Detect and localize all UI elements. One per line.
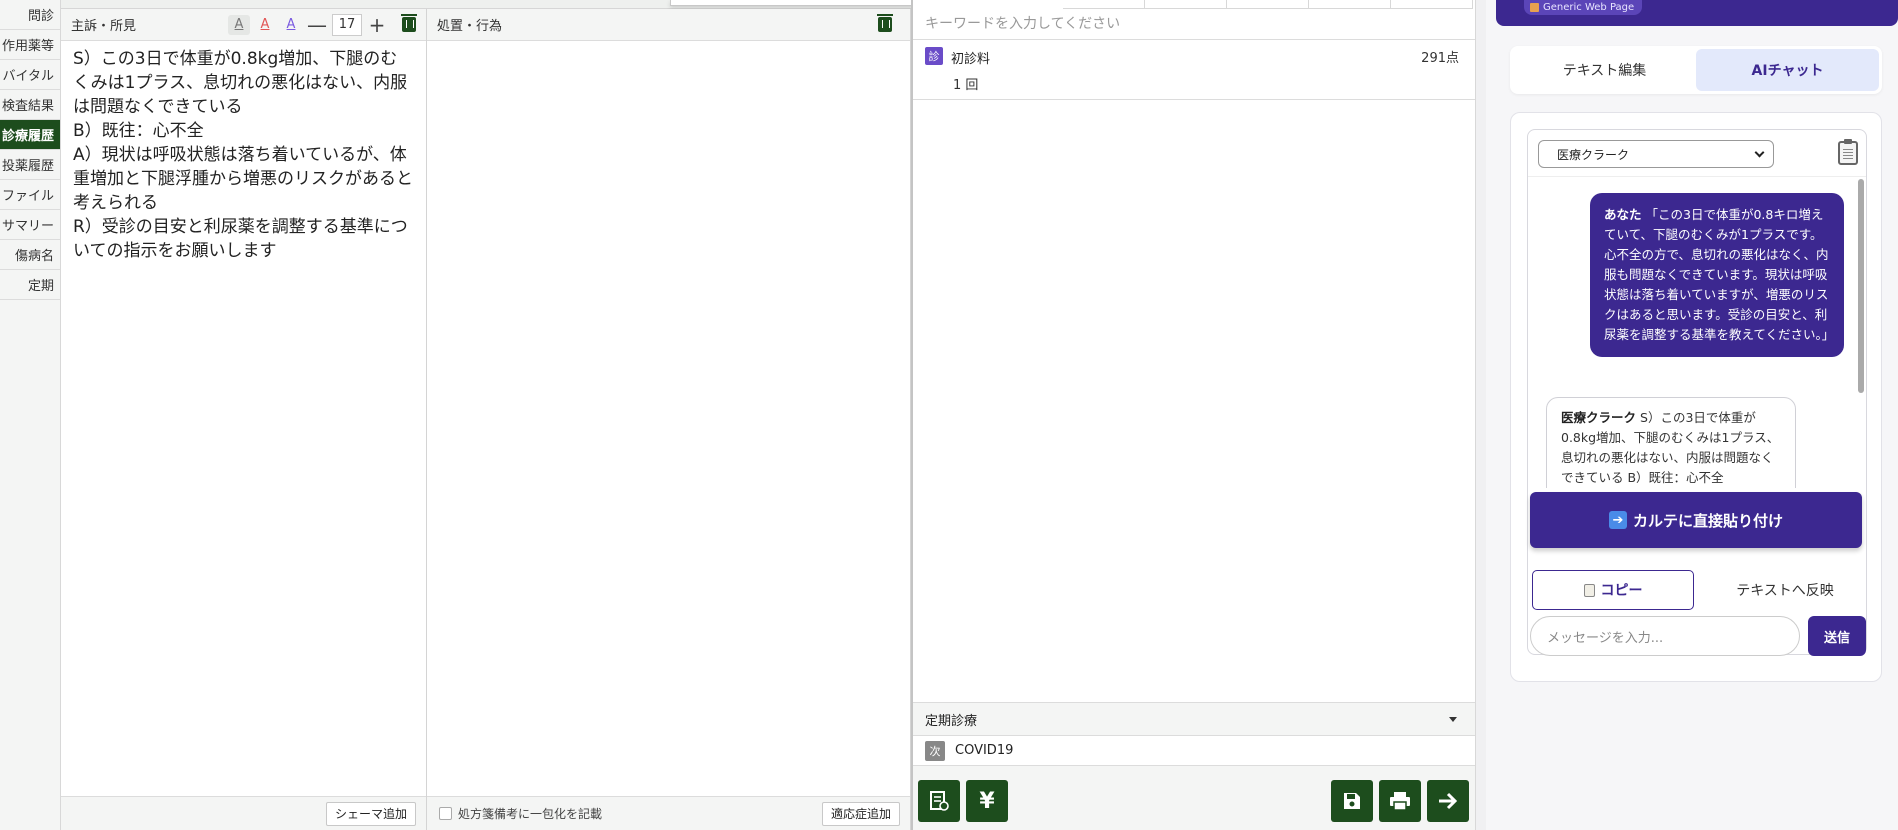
message-input[interactable]: メッセージを入力... — [1530, 616, 1800, 656]
chevron-down-icon — [1754, 147, 1765, 158]
ai-panel-header: Generic Web Page — [1496, 0, 1898, 26]
clipboard-icon — [1583, 583, 1595, 597]
message-sender: あなた — [1604, 207, 1642, 222]
soap-panel-footer: シェーマ追加 — [61, 796, 426, 830]
text-purple-icon[interactable]: A — [280, 15, 302, 35]
font-decrease-button[interactable]: — — [306, 13, 328, 37]
side-tab-bar: 問診 作用薬等 バイタル 検査結果 診療履歴 投薬履歴 ファイル サマリー 傷病… — [0, 0, 61, 830]
side-tab-summary[interactable]: サマリー — [0, 210, 60, 240]
yen-icon: ¥ — [979, 788, 995, 814]
order-points: 291点 — [1421, 51, 1459, 66]
role-select[interactable]: 医療クラーク — [1538, 140, 1774, 168]
treatment-panel-footer: 処方箋備考に一包化を記載 適応症追加 — [427, 796, 910, 830]
side-tab-drugs[interactable]: 作用薬等 — [0, 30, 60, 60]
message-text: 「この3日で体重が0.8キロ増えていて、下腿のむくみが1プラスです。心不全の方で… — [1604, 207, 1835, 342]
ippoka-checkbox[interactable] — [439, 807, 452, 820]
side-tab-history[interactable]: 診療履歴 — [0, 120, 60, 150]
clipboard-icon[interactable] — [1838, 139, 1858, 165]
role-select-value: 医療クラーク — [1557, 147, 1630, 162]
print-button[interactable] — [1379, 780, 1421, 822]
soap-line-r: R）受診の目安と利尿薬を調整する基準についての指示をお願いします — [73, 217, 408, 261]
treatment-panel: 処置・行為 処方箋備考に一包化を記載 適応症追加 — [427, 9, 911, 830]
regular-visit-name: COVID19 — [955, 743, 1014, 758]
save-button[interactable] — [1331, 780, 1373, 822]
font-increase-button[interactable]: + — [366, 13, 388, 37]
billing-button[interactable]: ¥ — [966, 780, 1008, 822]
soap-line-s: S）この3日で体重が0.8kg増加、下腿のむくみは1プラス、息切れの悪化はない、… — [73, 49, 408, 117]
soap-text-area[interactable]: S）この3日で体重が0.8kg増加、下腿のむくみは1プラス、息切れの悪化はない、… — [61, 41, 426, 269]
send-button[interactable]: 送信 — [1808, 616, 1866, 656]
next-button[interactable] — [1427, 780, 1469, 822]
chat-scrollbar-thumb[interactable] — [1858, 179, 1864, 393]
ai-assistant-panel: Generic Web Page テキスト編集 AIチャット 医療クラーク あな… — [1476, 0, 1898, 830]
user-message-bubble: あなた 「この3日で体重が0.8キロ増えていて、下腿のむくみが1プラスです。心不全… — [1590, 193, 1844, 357]
message-sender: 医療クラーク — [1561, 410, 1637, 425]
paste-to-chart-label: カルテに直接貼り付け — [1632, 511, 1783, 530]
regular-visit-header[interactable]: 定期診療 — [913, 702, 1475, 736]
ai-chat-box: 医療クラーク あなた 「この3日で体重が0.8キロ増えていて、下腿のむくみが1プラ… — [1527, 129, 1867, 656]
order-name: 初診料 — [951, 52, 991, 67]
trash-icon[interactable] — [401, 14, 417, 32]
font-size-field[interactable]: 17 — [332, 13, 362, 36]
arrow-right-icon — [1439, 792, 1458, 810]
page-context-chip: Generic Web Page — [1524, 0, 1643, 15]
side-tab-diagnoses[interactable]: 傷病名 — [0, 240, 60, 270]
text-gray-icon[interactable]: A — [228, 14, 250, 35]
print-icon — [1390, 792, 1410, 811]
side-tab-med-history[interactable]: 投薬履歴 — [0, 150, 60, 180]
keyword-search-input[interactable]: キーワードを入力してください — [925, 13, 1120, 33]
reflect-to-text-button[interactable]: テキストへ反映 — [1710, 570, 1860, 610]
side-tab-regular[interactable]: 定期 — [0, 270, 60, 300]
soap-panel-title: 主訴・所見 — [71, 19, 137, 34]
caret-down-icon[interactable] — [1449, 716, 1457, 722]
receipt-icon — [930, 791, 949, 811]
treatment-text-area[interactable] — [427, 41, 910, 796]
order-quantity[interactable]: 1 回 — [953, 74, 978, 93]
side-tab-files[interactable]: ファイル — [0, 180, 60, 210]
ai-tab-bar: テキスト編集 AIチャット — [1510, 46, 1882, 94]
side-tab-vitals[interactable]: バイタル — [0, 60, 60, 90]
regular-visit-title: 定期診療 — [925, 713, 978, 729]
paste-to-chart-button[interactable]: ➔ カルテに直接貼り付け — [1530, 492, 1862, 548]
arrow-right-icon: ➔ — [1608, 511, 1627, 529]
soap-line-a: A）現状は呼吸状態は落ち着いているが、体重増加と下腿浮腫から増悪のリスクがあると… — [73, 145, 413, 213]
keyword-search-bar[interactable]: キーワードを入力してください — [913, 0, 1475, 40]
text-red-icon[interactable]: A — [254, 15, 276, 35]
save-icon — [1344, 793, 1360, 809]
ai-chat-card: 医療クラーク あなた 「この3日で体重が0.8キロ増えていて、下腿のむくみが1プラ… — [1510, 112, 1882, 682]
treatment-panel-title: 処置・行為 — [437, 19, 503, 34]
page-icon — [1530, 3, 1539, 12]
side-tab-monshin[interactable]: 問診 — [0, 0, 60, 30]
chat-history[interactable]: あなた 「この3日で体重が0.8キロ増えていて、下腿のむくみが1プラスです。心不全… — [1528, 176, 1866, 488]
order-row[interactable]: 診 初診料 291点 1 回 — [913, 40, 1475, 100]
tab-text-edit[interactable]: テキスト編集 — [1513, 49, 1696, 91]
page-context-label: Generic Web Page — [1543, 2, 1635, 13]
soap-panel: 主訴・所見 A A A — 17 + S）この3日で体重が0.8kg増加、下腿の… — [61, 9, 427, 830]
add-schema-button[interactable]: シェーマ追加 — [325, 801, 416, 826]
tab-ai-chat[interactable]: AIチャット — [1696, 49, 1879, 91]
soap-panel-header: 主訴・所見 A A A — 17 + — [61, 9, 426, 41]
next-badge: 次 — [925, 740, 945, 761]
orders-tab-strip — [1063, 0, 1473, 9]
order-action-bar: ¥ — [913, 766, 1475, 830]
soap-line-b: B）既往：心不全 — [73, 121, 204, 141]
treatment-panel-header: 処置・行為 — [427, 9, 910, 41]
regular-visit-row[interactable]: 次 COVID19 — [913, 736, 1475, 766]
add-indication-button[interactable]: 適応症追加 — [821, 801, 900, 826]
ippoka-label: 処方箋備考に一包化を記載 — [458, 807, 603, 821]
ippoka-option[interactable]: 処方箋備考に一包化を記載 — [439, 805, 602, 822]
copy-button[interactable]: コピー — [1532, 570, 1694, 610]
side-tab-lab-results[interactable]: 検査結果 — [0, 90, 60, 120]
trash-icon[interactable] — [877, 14, 893, 32]
orders-panel: キーワードを入力してください 診 初診料 291点 1 回 定期診療 次 COV… — [913, 0, 1476, 830]
receipt-button[interactable] — [918, 780, 960, 822]
chat-scrollbar[interactable] — [1858, 179, 1864, 487]
order-badge: 診 — [925, 47, 943, 65]
assistant-message-bubble: 医療クラーク S）この3日で体重が0.8kg増加、下腿のむくみは1プラス、息切れの… — [1546, 397, 1796, 488]
copy-label: コピー — [1600, 583, 1643, 599]
